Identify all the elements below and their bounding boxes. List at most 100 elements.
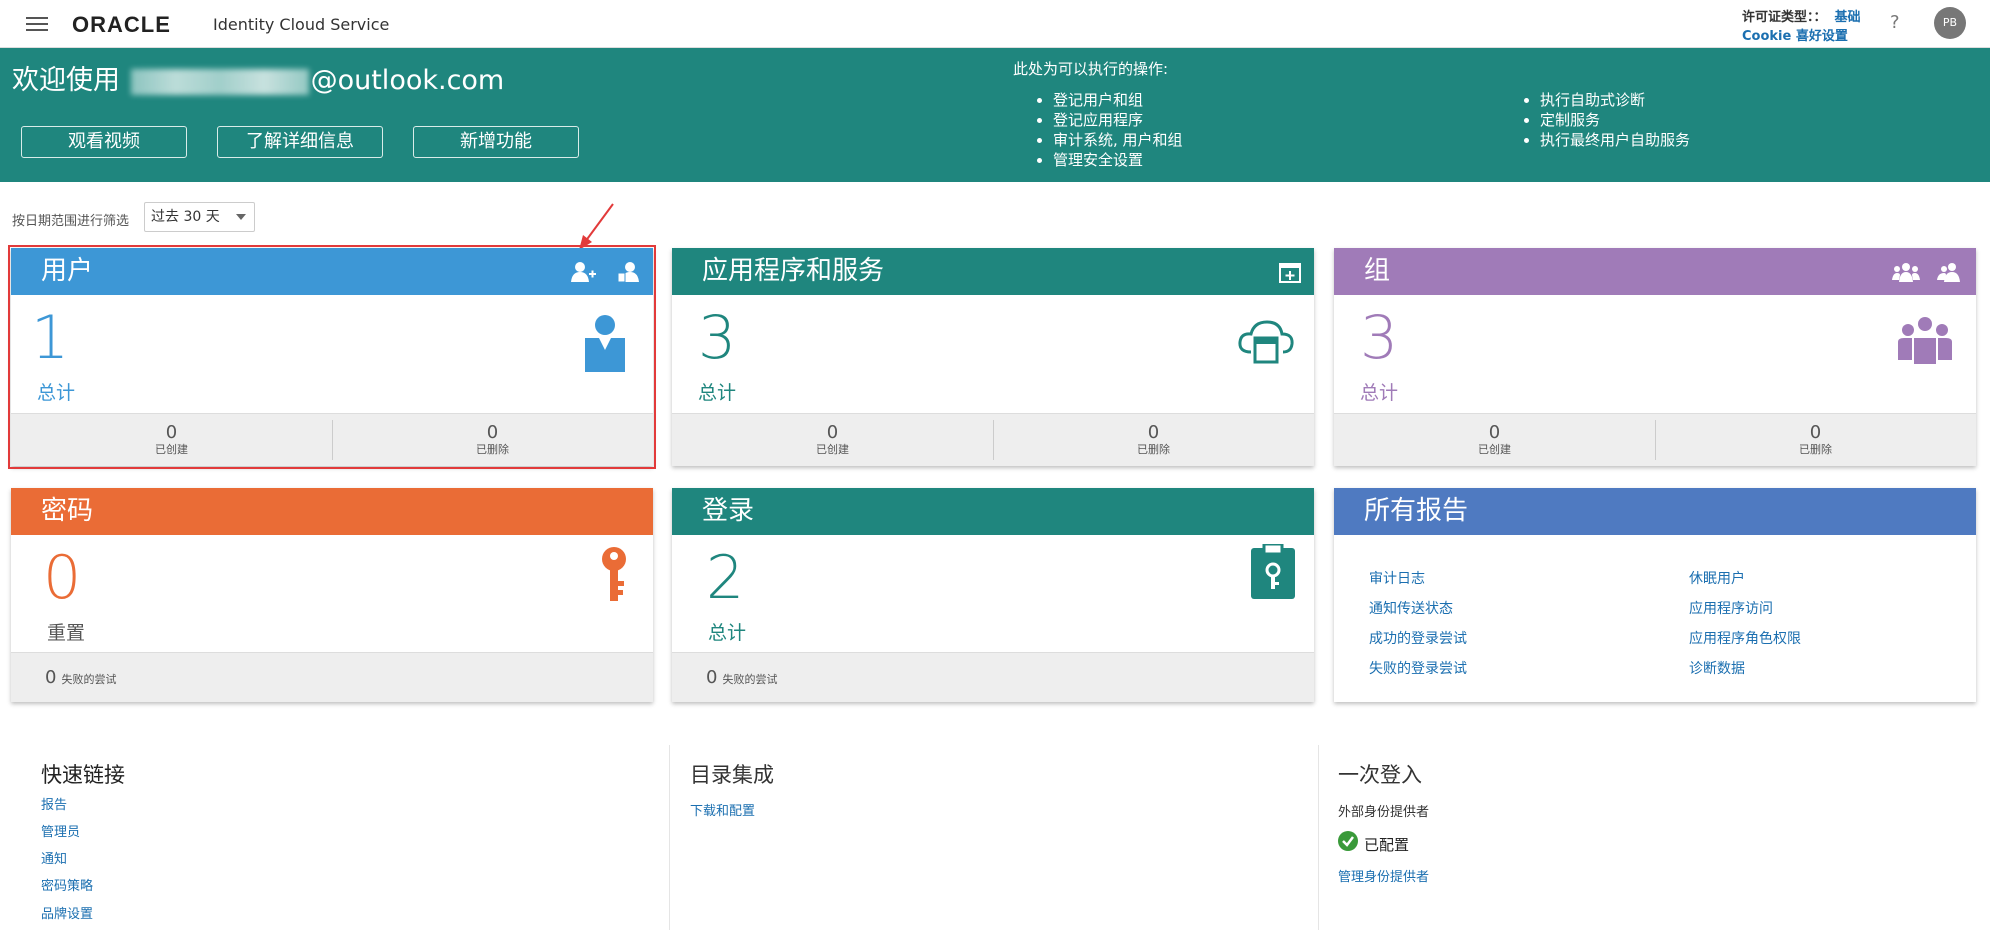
password-card-title: 密码 [41, 496, 94, 526]
report-link-diagnostic-data[interactable]: 诊断数据 [1689, 658, 1745, 678]
whats-new-button[interactable]: 新增功能 [413, 126, 579, 158]
directory-integration-title: 目录集成 [690, 763, 774, 787]
apps-deleted: 0 已删除 [993, 414, 1314, 467]
apps-total-value: 3 [698, 303, 737, 373]
login-card-title: 登录 [702, 496, 755, 526]
quick-link-administrators[interactable]: 管理员 [41, 821, 80, 840]
login-card-header: 登录 [672, 488, 1314, 535]
report-link-app-role-permissions[interactable]: 应用程序角色权限 [1689, 628, 1801, 648]
report-link-failed-logins[interactable]: 失败的登录尝试 [1369, 658, 1467, 678]
groups-deleted-label: 已删除 [1799, 443, 1832, 456]
quick-links-title: 快速链接 [41, 763, 125, 787]
password-card-footer: 0 失败的尝试 [11, 652, 653, 702]
actions-title: 此处为可以执行的操作: [1013, 60, 1169, 78]
login-failed-label: 失败的尝试 [722, 673, 778, 686]
cookie-preferences-link[interactable]: Cookie 喜好设置 [1742, 25, 1848, 44]
welcome-prefix: 欢迎使用 [12, 65, 129, 96]
actions-list-2: 执行自助式诊断 定制服务 执行最终用户自助服务 [1540, 90, 1690, 150]
add-application-icon[interactable] [1279, 263, 1301, 283]
password-failed-label: 失败的尝试 [61, 673, 117, 686]
action-item: 执行最终用户自助服务 [1540, 130, 1690, 150]
groups-card-title: 组 [1364, 256, 1391, 286]
login-badge-icon [1251, 544, 1295, 599]
apps-deleted-label: 已删除 [1137, 443, 1170, 456]
quick-link-notifications[interactable]: 通知 [41, 848, 67, 867]
action-item: 管理安全设置 [1053, 150, 1183, 170]
sso-status: 已配置 [1364, 836, 1410, 854]
groups-card-footer: 0 已创建 0 已删除 [1334, 413, 1976, 466]
groups-created: 0 已创建 [1334, 414, 1655, 467]
action-item: 登记用户和组 [1053, 90, 1183, 110]
reports-card-header: 所有报告 [1334, 488, 1976, 535]
apps-deleted-count: 0 [1147, 422, 1160, 443]
group-members-icon[interactable] [1936, 261, 1962, 283]
password-reset-value: 0 [43, 543, 82, 613]
groups-total-label: 总计 [1360, 382, 1399, 404]
groups-card[interactable]: 组 3 总计 0 已创建 0 已删除 [1334, 248, 1976, 466]
groups-deleted-count: 0 [1809, 422, 1822, 443]
password-reset-label: 重置 [47, 622, 86, 644]
report-link-notification-status[interactable]: 通知传送状态 [1369, 598, 1453, 618]
user-avatar[interactable]: PB [1934, 7, 1966, 39]
redacted-email [130, 68, 309, 95]
report-link-app-access[interactable]: 应用程序访问 [1689, 598, 1773, 618]
divider [1318, 745, 1319, 930]
apps-total-label: 总计 [698, 382, 737, 404]
password-card-header: 密码 [11, 488, 653, 535]
report-link-dormant-users[interactable]: 休眠用户 [1689, 568, 1745, 588]
report-link-successful-logins[interactable]: 成功的登录尝试 [1369, 628, 1467, 648]
manage-identity-providers-link[interactable]: 管理身份提供者 [1338, 866, 1429, 885]
apps-created-count: 0 [826, 422, 839, 443]
sso-title: 一次登入 [1338, 763, 1422, 787]
welcome-banner: 欢迎使用 @outlook.com 观看视频 了解详细信息 新增功能 此处为可以… [0, 48, 1990, 182]
action-item: 执行自助式诊断 [1540, 90, 1690, 110]
login-card[interactable]: 登录 2 总计 0 失败的尝试 [672, 488, 1314, 702]
sso-subtitle: 外部身份提供者 [1338, 805, 1430, 820]
report-link-audit-log[interactable]: 审计日志 [1369, 568, 1425, 588]
groups-total-value: 3 [1360, 303, 1399, 373]
actions-list-1: 登记用户和组 登记应用程序 审计系统, 用户和组 管理安全设置 [1053, 90, 1183, 170]
highlight-box [8, 245, 656, 469]
quick-link-password-policy[interactable]: 密码策略 [41, 875, 93, 894]
login-failed: 0 失败的尝试 [706, 667, 778, 688]
apps-card-footer: 0 已创建 0 已删除 [672, 413, 1314, 466]
key-icon [602, 547, 626, 601]
learn-more-button[interactable]: 了解详细信息 [217, 126, 383, 158]
date-filter-label: 按日期范围进行筛选 [12, 214, 130, 229]
apps-card-title: 应用程序和服务 [702, 256, 885, 286]
oracle-logo[interactable]: ORACLE [72, 12, 171, 38]
hamburger-menu-icon[interactable] [26, 17, 48, 31]
groups-card-header: 组 [1334, 248, 1976, 295]
groups-created-label: 已创建 [1478, 443, 1511, 456]
password-failed-count: 0 [45, 667, 57, 688]
apps-card[interactable]: 应用程序和服务 3 总计 0 已创建 0 已删除 [672, 248, 1314, 466]
action-item: 登记应用程序 [1053, 110, 1183, 130]
top-bar: ORACLE Identity Cloud Service 许可证类型：： 基础 … [0, 0, 1990, 48]
download-configure-link[interactable]: 下载和配置 [690, 800, 755, 819]
license-value-link[interactable]: 基础 [1835, 10, 1861, 25]
groups-deleted: 0 已删除 [1655, 414, 1976, 467]
apps-card-header: 应用程序和服务 [672, 248, 1314, 295]
apps-created-label: 已创建 [816, 443, 849, 456]
reports-card-title: 所有报告 [1364, 496, 1469, 526]
welcome-suffix: @outlook.com [310, 65, 505, 96]
quick-link-reports[interactable]: 报告 [41, 794, 67, 813]
groups-created-count: 0 [1488, 422, 1501, 443]
reports-card: 所有报告 审计日志 通知传送状态 成功的登录尝试 失败的登录尝试 休眠用户 应用… [1334, 488, 1976, 702]
login-total-value: 2 [706, 543, 745, 613]
apps-created: 0 已创建 [672, 414, 993, 467]
chevron-down-icon [236, 214, 246, 220]
license-type: 许可证类型：： 基础 [1742, 6, 1861, 25]
date-range-select[interactable]: 过去 30 天 [144, 202, 255, 232]
login-failed-count: 0 [706, 667, 718, 688]
login-total-label: 总计 [708, 622, 747, 644]
watch-video-button[interactable]: 观看视频 [21, 126, 187, 158]
help-icon[interactable]: ? [1890, 12, 1900, 33]
product-name: Identity Cloud Service [213, 15, 390, 34]
quick-link-branding[interactable]: 品牌设置 [41, 903, 93, 922]
add-group-icon[interactable] [1892, 261, 1920, 283]
welcome-text: 欢迎使用 @outlook.com [12, 58, 504, 97]
divider [669, 745, 670, 930]
password-card[interactable]: 密码 0 重置 0 失败的尝试 [11, 488, 653, 702]
cloud-app-icon [1238, 320, 1294, 364]
